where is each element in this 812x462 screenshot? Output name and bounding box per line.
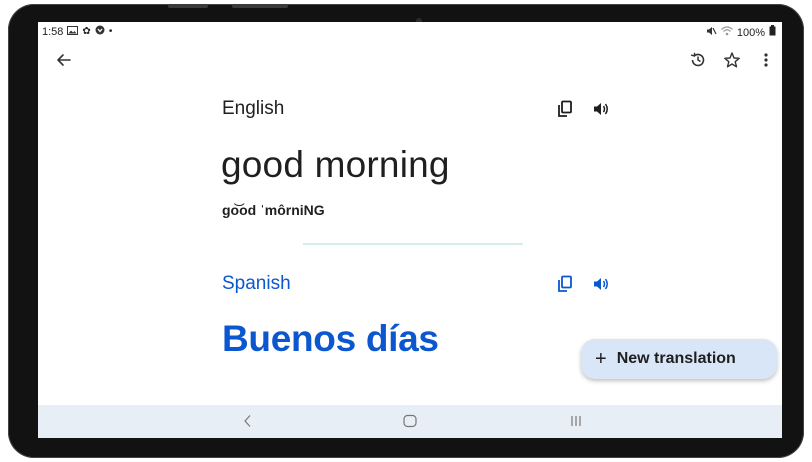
gallery-icon (67, 25, 79, 39)
system-nav-bar (38, 405, 782, 438)
wifi-icon (720, 25, 733, 40)
power-button (232, 4, 288, 8)
source-text[interactable]: good morning (221, 144, 450, 186)
settings-icon: ✿ (82, 26, 91, 37)
nav-back-icon[interactable] (238, 411, 258, 431)
mute-icon (706, 26, 717, 40)
speaker-icon[interactable] (591, 274, 611, 294)
speaker-icon[interactable] (591, 99, 611, 119)
history-icon[interactable] (688, 50, 708, 70)
battery-icon (769, 25, 776, 40)
source-language-label: English (222, 98, 285, 119)
copy-icon[interactable] (555, 274, 575, 294)
plus-icon: + (595, 348, 607, 370)
nav-home-icon[interactable] (400, 411, 420, 431)
translated-text[interactable]: Buenos días (222, 318, 439, 360)
nav-recents-icon[interactable] (566, 411, 586, 431)
app-icon (95, 25, 105, 39)
more-vert-icon[interactable] (756, 50, 776, 70)
status-time: 1:58 (42, 26, 64, 38)
star-icon[interactable] (722, 50, 742, 70)
section-divider (303, 243, 523, 245)
battery-percent: 100% (736, 26, 765, 39)
device-screen: 1:58 ✿ • 100% English good morning go͝od… (38, 22, 782, 438)
target-language-label: Spanish (222, 273, 291, 294)
transliteration: go͝od ˈmôrniNG (222, 202, 325, 218)
volume-button (168, 4, 208, 8)
copy-icon[interactable] (555, 99, 575, 119)
dot-icon: • (108, 26, 113, 37)
new-translation-label: New translation (616, 350, 736, 367)
new-translation-button[interactable]: + New translation (581, 339, 777, 379)
status-bar: 1:58 ✿ • 100% (38, 22, 782, 42)
arrow-left-icon[interactable] (54, 50, 74, 70)
app-toolbar (38, 46, 782, 74)
